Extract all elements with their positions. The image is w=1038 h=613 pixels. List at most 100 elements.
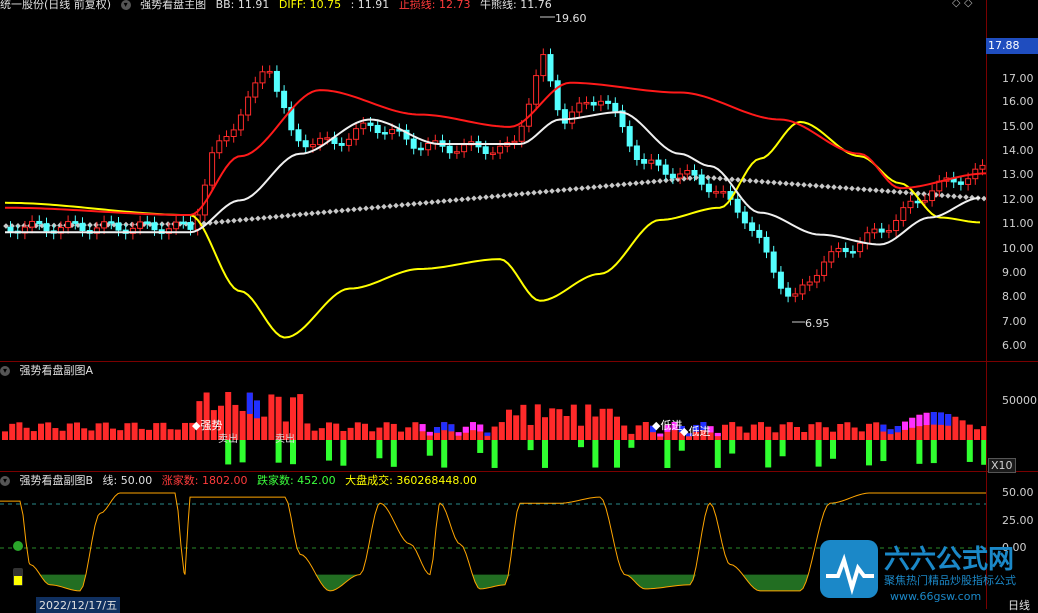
volume-bar xyxy=(30,431,37,440)
volume-bar-segment xyxy=(254,400,260,419)
candle xyxy=(749,222,756,231)
volume-down-bar xyxy=(376,440,383,459)
volume-bar xyxy=(66,423,73,440)
bull-bear-dot xyxy=(873,187,879,194)
volume-bar-segment xyxy=(880,424,887,432)
volume-bar-segment xyxy=(455,432,462,436)
candle xyxy=(482,146,489,154)
volume-bar xyxy=(801,432,808,440)
bull-bear-dot xyxy=(345,207,351,213)
candle xyxy=(259,71,266,84)
volume-down-bar xyxy=(678,440,685,451)
volume-bar xyxy=(765,426,772,440)
candle xyxy=(921,200,928,203)
volume-down-bar xyxy=(930,440,937,464)
main-chart[interactable]: 19.60 6.95 xyxy=(0,0,986,361)
bull-bear-dot xyxy=(549,188,555,194)
bull-bear-dot xyxy=(903,189,909,196)
volume-bar xyxy=(527,424,534,440)
bull-bear-dot xyxy=(765,179,771,185)
candle xyxy=(799,284,806,295)
candle xyxy=(669,173,676,179)
candle xyxy=(381,132,388,135)
candle xyxy=(29,220,36,228)
volume-down-bar xyxy=(866,440,872,466)
bull-bear-dot xyxy=(597,183,603,190)
logo-url: www.66gsw.com xyxy=(890,590,981,603)
volume-bar-segment xyxy=(938,412,944,425)
watermark-logo: 六六公式网 聚焦热门精品炒股指标公式 www.66gsw.com xyxy=(820,538,1032,606)
bull-bear-dot xyxy=(633,180,639,187)
volume-down-bar xyxy=(326,440,332,461)
bull-bear-dot xyxy=(315,209,321,216)
bull-bear-dot xyxy=(369,204,375,211)
sub-a-axis: 50000 X10 xyxy=(988,362,1038,473)
volume-bar xyxy=(239,410,246,440)
bull-bear-dot xyxy=(465,196,471,202)
volume-bar xyxy=(736,426,743,440)
bull-bear-dot xyxy=(897,189,903,195)
volume-bar xyxy=(642,422,649,440)
candle xyxy=(626,126,633,147)
axis-tick: 14.00 xyxy=(1002,144,1034,157)
candle xyxy=(878,228,885,233)
volume-bar xyxy=(498,422,505,440)
sub-a-chart[interactable]: ◆强势 ◆低进 ◆低进 卖出 卖出 xyxy=(0,362,986,471)
candle xyxy=(187,222,194,230)
bull-bear-dot xyxy=(399,202,405,208)
volume-bar-segment xyxy=(448,424,455,432)
candle xyxy=(648,159,655,164)
bull-bear-dot xyxy=(837,184,843,191)
bull-bear-dot xyxy=(753,178,759,185)
volume-bar xyxy=(23,427,30,440)
volume-down-bar xyxy=(880,440,887,462)
volume-bar xyxy=(534,404,541,440)
volume-bar xyxy=(354,422,361,440)
candle xyxy=(893,219,900,232)
volume-bar xyxy=(506,409,512,440)
volume-bar xyxy=(160,422,167,440)
bull-bear-dot xyxy=(375,204,381,211)
bull-bear-dot xyxy=(363,205,369,212)
logo-badge-icon xyxy=(820,540,878,598)
volume-bar xyxy=(225,392,232,440)
candle xyxy=(864,232,871,244)
volume-bar xyxy=(340,430,347,440)
volume-bar xyxy=(844,422,851,440)
candle xyxy=(590,101,597,106)
candle xyxy=(677,173,684,179)
candle xyxy=(547,54,554,82)
bull-bear-dot xyxy=(501,192,507,199)
candle xyxy=(965,178,972,185)
bull-bear-dot xyxy=(705,174,711,181)
candle xyxy=(216,140,223,154)
volume-down-bar xyxy=(765,440,772,468)
candle xyxy=(374,124,381,134)
volume-bar xyxy=(376,427,383,440)
volume-bar xyxy=(347,427,354,440)
bull-bear-dot xyxy=(951,193,957,200)
footer-date: 2022/12/17/五 xyxy=(36,597,121,613)
bull-bear-dot xyxy=(585,184,591,191)
candle xyxy=(900,207,907,221)
candle xyxy=(684,169,691,175)
volume-bar xyxy=(858,431,865,440)
volume-bar xyxy=(959,420,966,440)
bull-bear-dot xyxy=(783,180,789,187)
volume-bar-segment xyxy=(426,431,433,436)
bull-bear-dot xyxy=(555,187,561,194)
bull-bear-dot xyxy=(885,188,891,195)
candle xyxy=(907,200,914,209)
volume-bar-segment xyxy=(441,422,448,431)
bull-bear-dot xyxy=(357,206,363,212)
bull-bear-dot xyxy=(609,182,615,189)
candle xyxy=(792,293,799,297)
volume-bar-segment xyxy=(657,433,664,437)
candle xyxy=(540,54,547,77)
candle xyxy=(871,228,878,234)
volume-bar xyxy=(549,408,556,440)
bull-bear-dot xyxy=(279,213,285,220)
candle xyxy=(518,125,525,142)
candle xyxy=(295,129,302,142)
candles xyxy=(7,48,986,303)
